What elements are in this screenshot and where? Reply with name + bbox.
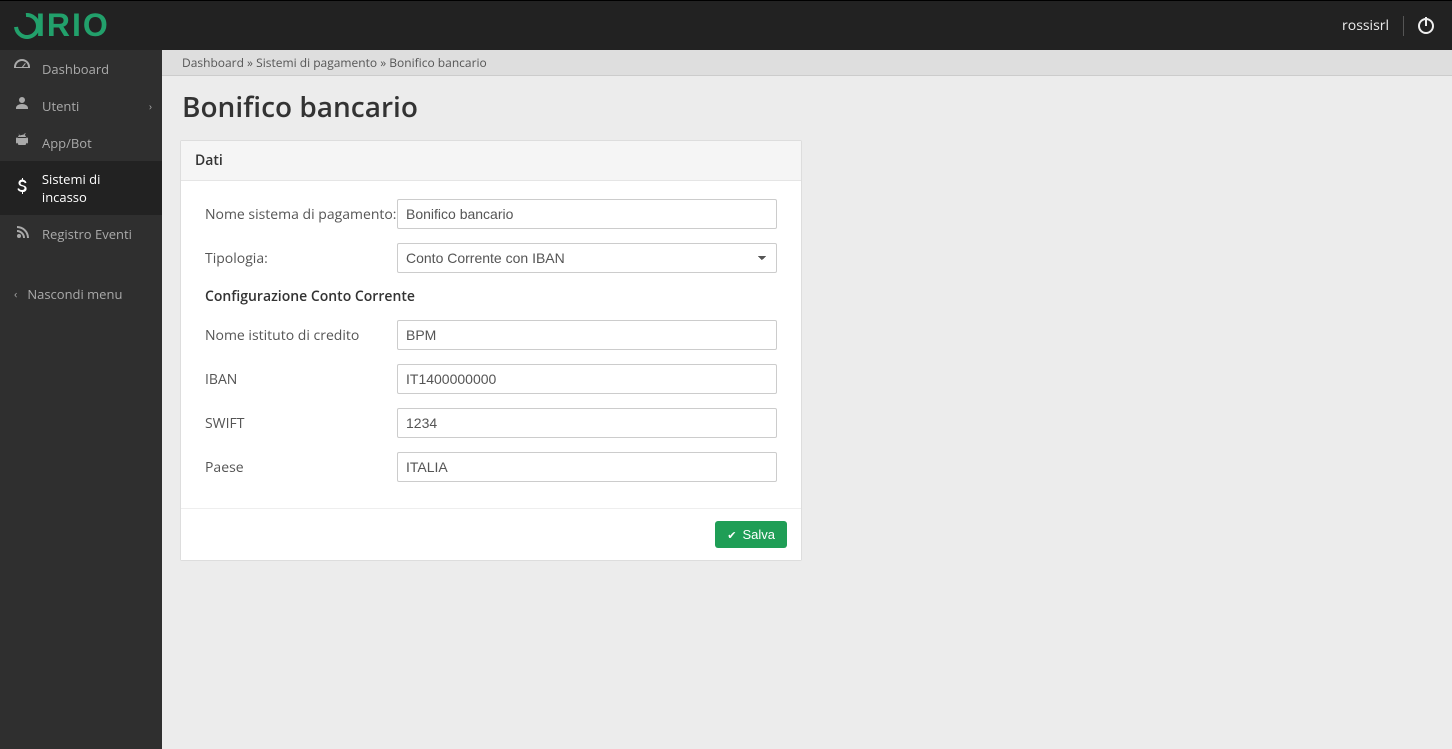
panel-dati: Dati Nome sistema di pagamento: Tipologi… [180, 140, 802, 561]
label-iban: IBAN [205, 370, 397, 389]
label-paese: Paese [205, 458, 397, 477]
brand-text: IRIO [36, 7, 110, 44]
input-istituto[interactable] [397, 320, 777, 350]
page-title: Bonifico bancario [180, 76, 1434, 140]
label-istituto: Nome istituto di credito [205, 326, 397, 345]
input-swift[interactable] [397, 408, 777, 438]
breadcrumb-dashboard[interactable]: Dashboard [182, 54, 244, 71]
sidebar-item-label: Registro Eventi [42, 225, 132, 243]
sidebar-item-dashboard[interactable]: Dashboard [0, 50, 162, 87]
sidebar-item-label: Utenti [42, 97, 79, 115]
user-icon [14, 96, 30, 115]
panel-heading: Dati [181, 141, 801, 181]
sidebar-item-registro-eventi[interactable]: Registro Eventi [0, 215, 162, 252]
sidebar-item-label: Sistemi di incasso [42, 170, 148, 206]
breadcrumb-current: Bonifico bancario [389, 54, 486, 71]
sidebar: Dashboard Utenti › App/Bot Sistemi di in… [0, 50, 162, 749]
breadcrumb: Dashboard » Sistemi di pagamento » Bonif… [162, 50, 1452, 76]
dollar-icon [14, 178, 30, 199]
label-tipologia: Tipologia: [205, 249, 397, 268]
sidebar-item-appbot[interactable]: App/Bot [0, 124, 162, 161]
input-paese[interactable] [397, 452, 777, 482]
input-iban[interactable] [397, 364, 777, 394]
dashboard-icon [14, 59, 30, 78]
breadcrumb-sistemi[interactable]: Sistemi di pagamento [256, 54, 377, 71]
sidebar-item-sistemi-incasso[interactable]: Sistemi di incasso [0, 161, 162, 215]
hide-menu-label: Nascondi menu [27, 285, 122, 303]
main-content: Dashboard » Sistemi di pagamento » Bonif… [162, 50, 1452, 749]
android-icon [14, 133, 30, 152]
chevron-left-icon: ‹ [14, 287, 17, 302]
topbar: IRIO rossisrl [0, 0, 1452, 50]
rss-icon [14, 224, 30, 243]
sidebar-item-label: App/Bot [42, 134, 92, 152]
select-tipologia[interactable]: Conto Corrente con IBAN [397, 243, 777, 273]
power-icon[interactable] [1418, 18, 1434, 34]
chevron-right-icon: › [149, 99, 152, 113]
label-swift: SWIFT [205, 414, 397, 433]
check-icon [727, 527, 736, 542]
username-label[interactable]: rossisrl [1342, 16, 1389, 35]
sidebar-item-label: Dashboard [42, 60, 109, 78]
sidebar-item-utenti[interactable]: Utenti › [0, 87, 162, 124]
save-button-label: Salva [742, 527, 775, 542]
save-button[interactable]: Salva [715, 521, 787, 548]
topbar-right: rossisrl [1342, 16, 1434, 36]
brand-logo[interactable]: IRIO [14, 7, 110, 44]
section-config: Configurazione Conto Corrente [205, 287, 777, 306]
label-nome-sistema: Nome sistema di pagamento: [205, 205, 397, 224]
input-nome-sistema[interactable] [397, 199, 777, 229]
hide-menu-toggle[interactable]: ‹ Nascondi menu [0, 276, 162, 312]
topbar-divider [1403, 16, 1404, 36]
